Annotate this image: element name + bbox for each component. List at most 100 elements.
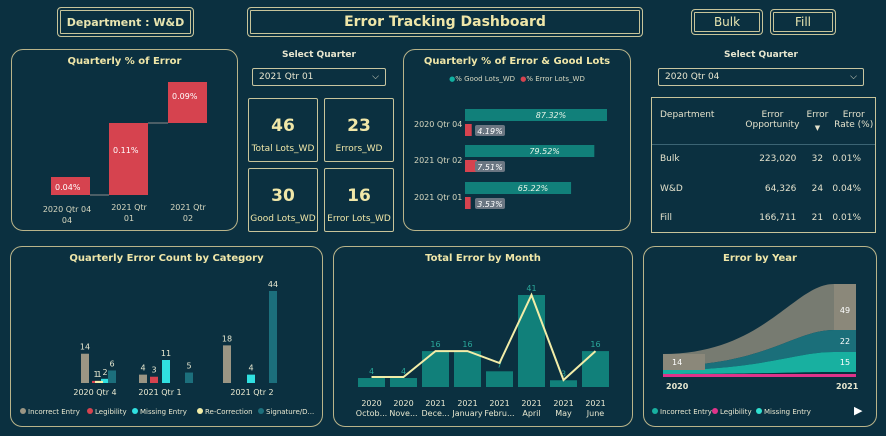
data-label: 0.04% bbox=[55, 183, 81, 192]
x-tick-label: 2021 bbox=[521, 399, 541, 408]
kpi-total-lots: 46 Total Lots_WD bbox=[248, 98, 318, 162]
bar[interactable] bbox=[139, 374, 147, 383]
x-tick-label: Nove... bbox=[389, 409, 417, 418]
data-label: 6 bbox=[109, 359, 114, 368]
chevron-down-icon: ⌵ bbox=[372, 72, 379, 82]
col-header-error[interactable]: Error ▼ bbox=[802, 98, 832, 144]
legend-dot-icon bbox=[87, 408, 93, 414]
x-tick-label-2: 04 bbox=[62, 216, 72, 225]
error-by-year-panel: Error by Year 14 49 22 15 2020 2021 Incorrect … bbox=[643, 246, 877, 427]
bar[interactable] bbox=[185, 372, 193, 383]
legend-item: Legibility bbox=[95, 408, 127, 416]
data-label: 3 bbox=[151, 366, 156, 375]
data-label: 16 bbox=[430, 340, 440, 349]
chevron-down-icon: ⌵ bbox=[850, 72, 857, 82]
column-bar[interactable] bbox=[422, 351, 449, 387]
data-label: 44 bbox=[268, 280, 278, 289]
column-bar[interactable] bbox=[486, 371, 513, 387]
x-tick-label: 2021 Qtr 01 bbox=[111, 203, 147, 223]
data-label: 0.09% bbox=[172, 92, 198, 101]
y-tick-label: 2021 Qtr 02 bbox=[414, 156, 462, 165]
ribbon-base bbox=[663, 374, 856, 377]
x-tick-label: 2021 Qtr 02 bbox=[170, 203, 206, 223]
data-label: 14 bbox=[80, 343, 90, 352]
data-label: 49 bbox=[840, 306, 850, 315]
table-row[interactable]: W&D 64,326 24 0.04% bbox=[652, 174, 875, 203]
hbar-chart: 2020 Qtr 04 87.32% 4.19% 2021 Qtr 02 79.52% 7… bbox=[414, 109, 607, 209]
column-bar[interactable] bbox=[358, 378, 385, 387]
x-tick-label: 2021 bbox=[489, 399, 509, 408]
bar[interactable] bbox=[223, 345, 231, 383]
y-tick-label: 2020 Qtr 04 bbox=[414, 120, 462, 129]
kpi-label: Total Lots_WD bbox=[251, 144, 315, 154]
select-quarter-label: Select Quarter bbox=[282, 50, 356, 60]
bulk-button[interactable]: Bulk bbox=[691, 9, 763, 35]
department-table-frame: Department Error Opportunity Error ▼ Erro… bbox=[651, 97, 876, 233]
bar[interactable] bbox=[150, 376, 158, 383]
data-label: 2 bbox=[102, 368, 107, 377]
kpi-label: Errors_WD bbox=[335, 144, 383, 154]
data-label: 14 bbox=[672, 358, 682, 367]
select-quarter-value: 2020 Qtr 04 bbox=[665, 72, 720, 82]
kpi-errors: 23 Errors_WD bbox=[324, 98, 394, 162]
x-tick-label: 2020 bbox=[666, 382, 689, 391]
kpi-label: Error Lots_WD bbox=[327, 214, 391, 224]
x-tick-label: May bbox=[555, 409, 572, 418]
ribbon-chart: 14 49 22 15 2020 2021 Incorrect Entry Legibilit… bbox=[652, 284, 859, 416]
bar[interactable] bbox=[247, 374, 255, 383]
bar[interactable] bbox=[81, 353, 89, 383]
kpi-value: 46 bbox=[271, 116, 295, 136]
x-tick-label: Octob... bbox=[356, 409, 387, 418]
cell-error: 21 bbox=[811, 212, 824, 223]
col-header-error-label: Error bbox=[806, 110, 829, 120]
kpi-label: Good Lots_WD bbox=[250, 214, 316, 224]
data-label: 4 bbox=[369, 367, 374, 376]
x-tick-label: 2020 Qtr 4 bbox=[73, 388, 116, 397]
x-tick-label: 2021 bbox=[836, 382, 859, 391]
data-label: 4.19% bbox=[477, 127, 502, 136]
select-quarter-dropdown[interactable]: 2020 Qtr 04 ⌵ bbox=[658, 68, 864, 86]
col-header-error-rate[interactable]: Error Rate (%) bbox=[832, 98, 875, 144]
bar[interactable] bbox=[162, 360, 170, 383]
data-label: 4 bbox=[248, 364, 253, 373]
data-label: 16 bbox=[590, 340, 600, 349]
clustered-bar-chart: 141 2162020 Qtr 44 31152021 Qtr 1184442021… bbox=[20, 280, 314, 416]
table-row[interactable]: Bulk 223,020 32 0.01% bbox=[652, 144, 875, 174]
legend-dot-icon bbox=[652, 408, 658, 414]
legend-dot-icon bbox=[756, 408, 762, 414]
x-tick-label: 2021 Qtr 2 bbox=[230, 388, 273, 397]
column-bar[interactable] bbox=[582, 351, 609, 387]
legend-dot-icon bbox=[258, 408, 264, 414]
x-tick-label: 2020 bbox=[393, 399, 413, 408]
bar[interactable] bbox=[269, 291, 277, 383]
error-lots-bar[interactable] bbox=[465, 124, 472, 136]
select-quarter-dropdown[interactable]: 2021 Qtr 01 ⌵ bbox=[252, 68, 386, 86]
bar[interactable] bbox=[109, 123, 148, 195]
cell-error-opportunity: 223,020 bbox=[759, 154, 797, 165]
legend-item: Incorrect Entry bbox=[28, 408, 80, 416]
column-bar[interactable] bbox=[454, 351, 481, 387]
bar-2020[interactable] bbox=[663, 354, 705, 370]
x-tick-label: June bbox=[586, 409, 605, 418]
table-header-row: Department Error Opportunity Error ▼ Erro… bbox=[652, 98, 875, 144]
bar[interactable] bbox=[168, 82, 207, 123]
table-row[interactable]: Fill 166,711 21 0.01% bbox=[652, 203, 875, 232]
fill-button[interactable]: Fill bbox=[770, 9, 836, 35]
data-label: 15 bbox=[840, 358, 850, 367]
play-icon[interactable]: ▶ bbox=[854, 404, 862, 417]
col-header-department[interactable]: Department bbox=[652, 98, 742, 144]
column-bar[interactable] bbox=[390, 378, 417, 387]
data-label: 0.11% bbox=[113, 146, 139, 155]
column-bar[interactable] bbox=[518, 295, 545, 387]
department-label: Department : W&D bbox=[57, 7, 194, 37]
col-header-error-opportunity[interactable]: Error Opportunity bbox=[742, 98, 802, 144]
error-lots-bar[interactable] bbox=[465, 197, 471, 209]
y-tick-label: 2021 Qtr 01 bbox=[414, 193, 462, 202]
legend-dot-icon bbox=[132, 408, 138, 414]
bar[interactable] bbox=[108, 370, 116, 383]
cell-department: W&D bbox=[660, 183, 683, 194]
data-label: 87.32% bbox=[536, 111, 567, 120]
cell-error-opportunity: 166,711 bbox=[759, 212, 797, 223]
bar[interactable] bbox=[95, 380, 103, 383]
legend-dot-icon bbox=[20, 408, 26, 414]
